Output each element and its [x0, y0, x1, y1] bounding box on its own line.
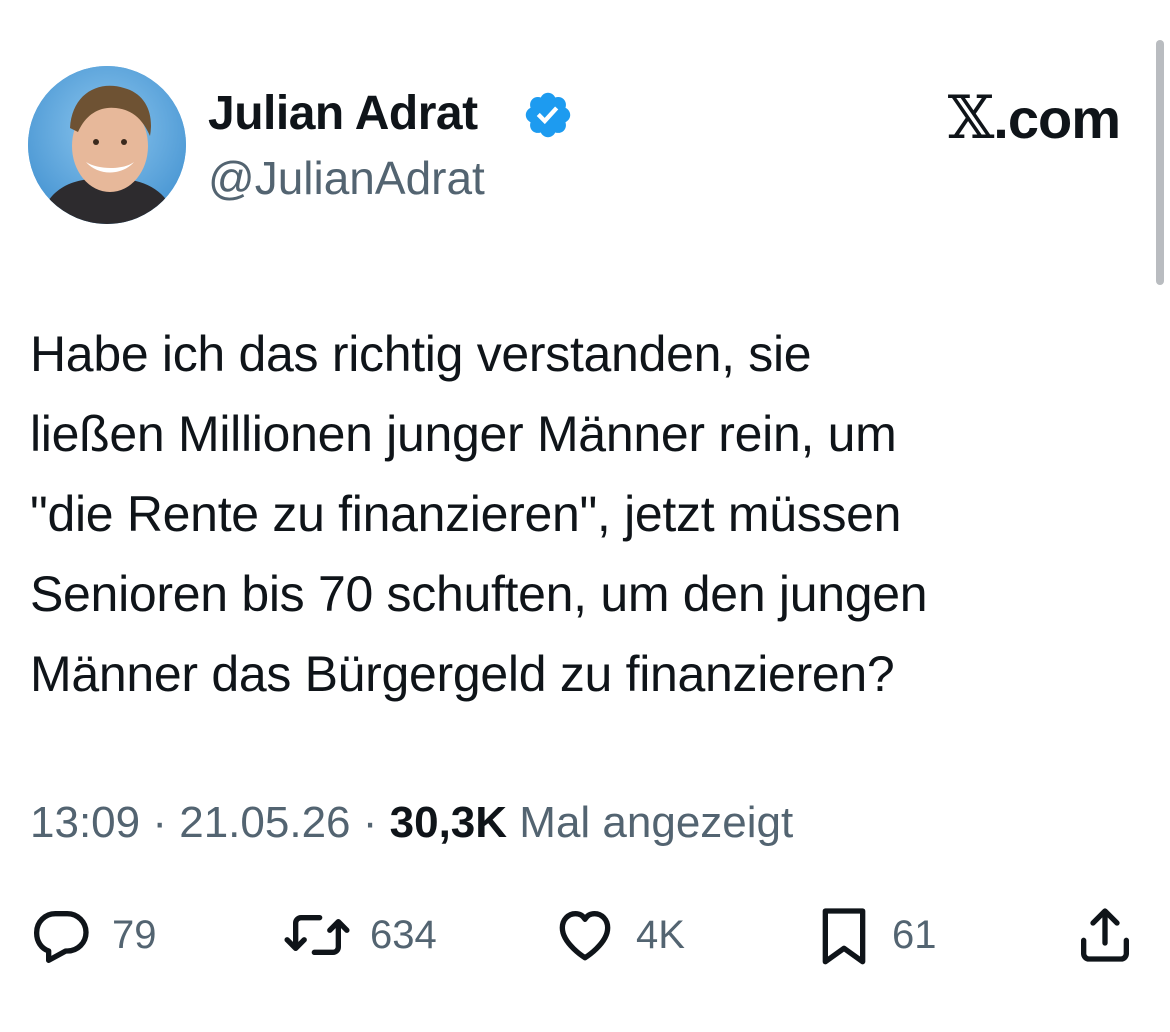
tweet-time[interactable]: 13:09 — [30, 798, 140, 847]
x-logo-icon: 𝕏 — [947, 83, 995, 153]
tweet-meta: 13:09 · 21.05.26 · 30,3K Mal angezeigt — [30, 795, 793, 851]
like-count: 4K — [636, 912, 685, 957]
tweet-text: Habe ich das richtig verstanden, sie lie… — [30, 326, 928, 702]
repost-icon — [284, 915, 350, 955]
verified-badge-icon — [525, 92, 571, 138]
author-handle[interactable]: @JulianAdrat — [208, 150, 485, 206]
reply-count: 79 — [112, 912, 157, 957]
meta-separator: · — [152, 798, 167, 847]
x-com-brand: 𝕏.com — [947, 83, 1121, 153]
share-icon — [1081, 908, 1129, 962]
bookmark-count: 61 — [892, 912, 937, 957]
avatar[interactable] — [28, 66, 186, 224]
repost-count: 634 — [370, 912, 437, 957]
bookmark-icon — [822, 908, 866, 965]
scrollbar[interactable] — [1156, 40, 1164, 285]
heart-icon — [559, 911, 611, 961]
reply-button[interactable]: 79 — [30, 900, 157, 970]
reply-icon — [34, 911, 89, 963]
avatar-photo — [28, 66, 186, 224]
views-label: Mal angezeigt — [519, 798, 794, 847]
bookmark-button[interactable]: 61 — [814, 900, 937, 970]
author-name[interactable]: Julian Adrat — [208, 84, 478, 144]
tweet-date[interactable]: 21.05.26 — [179, 798, 350, 847]
views-count: 30,3K — [389, 798, 508, 847]
tweet-card: Julian Adrat @JulianAdrat 𝕏.com Habe ich… — [0, 0, 1170, 1032]
action-bar: 79 634 4K 61 — [0, 900, 1170, 970]
repost-button[interactable]: 634 — [282, 900, 437, 970]
like-button[interactable]: 4K — [552, 900, 685, 970]
share-button[interactable] — [1072, 900, 1138, 970]
meta-separator: · — [362, 798, 378, 847]
brand-suffix: .com — [993, 87, 1121, 150]
